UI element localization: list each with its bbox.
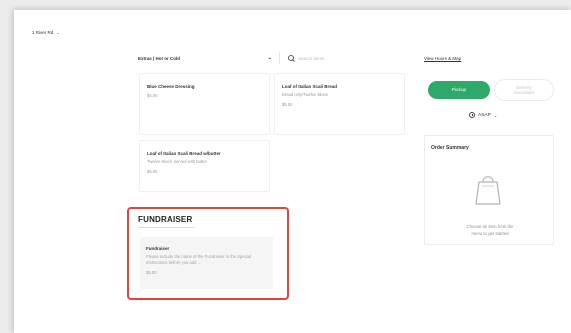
- chevron-down-icon: ⌄: [267, 55, 272, 61]
- empty-cart-message: Choose an item from the menu to get star…: [466, 224, 514, 236]
- order-summary-panel: Order Summary Choose an item from the me…: [424, 135, 554, 245]
- chevron-down-icon: ⌄: [56, 30, 60, 35]
- menu-item-name: Loaf of Italian Scali Bread w/butter: [147, 151, 221, 156]
- pickup-time-label: ASAP: [478, 112, 491, 118]
- order-type-toggle: Pickup Delivery unavailable: [424, 78, 554, 102]
- menu-item-price: $5.50: [282, 102, 293, 107]
- location-label: 1 River Rd: [32, 30, 54, 35]
- location-selector[interactable]: 1 River Rd ⌄: [32, 30, 60, 35]
- menu-item-price: $4.00: [147, 93, 158, 98]
- menu-item-name: Loaf of Italian Scali Bread: [282, 84, 338, 89]
- menu-item-card[interactable]: Loaf of Italian Scali Bread Bread only!T…: [274, 73, 405, 135]
- pickup-button[interactable]: Pickup: [428, 81, 490, 99]
- order-summary-title: Order Summary: [431, 145, 469, 151]
- menu-item-description: Bread only!Twelve slices: [282, 92, 328, 97]
- search-field[interactable]: Search items: [279, 52, 405, 64]
- menu-item-price: $5.95: [147, 169, 158, 174]
- menu-item-description: Twelve slices, served with butter: [147, 159, 208, 164]
- menu-item-card[interactable]: Blue Cheese Dressing $4.00: [139, 73, 270, 135]
- fundraiser-item-card[interactable]: Fundraiser Please include the name of th…: [140, 237, 273, 289]
- clock-icon: [469, 112, 475, 118]
- category-label: Extras | Hot or Cold: [138, 55, 181, 61]
- category-dropdown[interactable]: Extras | Hot or Cold ⌄: [138, 52, 272, 64]
- search-placeholder: Search items: [298, 55, 325, 61]
- menu-item-description: Please include the name of the Fundraise…: [146, 254, 251, 265]
- section-heading-fundraiser: FUNDRAISER: [138, 215, 193, 224]
- search-icon: [288, 55, 294, 61]
- delivery-label: Delivery unavailable: [513, 84, 535, 96]
- shopping-bag-icon: [475, 176, 501, 205]
- menu-item-name: Fundraiser: [146, 246, 170, 251]
- pickup-time-selector[interactable]: ASAP ⌄: [469, 112, 497, 118]
- delivery-button[interactable]: Delivery unavailable: [494, 79, 554, 101]
- menu-item-name: Blue Cheese Dressing: [147, 84, 195, 89]
- chevron-down-icon: ⌄: [493, 112, 498, 118]
- menu-item-price: $5.00: [146, 270, 157, 275]
- menu-item-card[interactable]: Loaf of Italian Scali Bread w/butter Twe…: [139, 140, 270, 192]
- section-heading-underline: [138, 227, 194, 228]
- view-hours-map-link[interactable]: View Hours & Map: [424, 56, 461, 61]
